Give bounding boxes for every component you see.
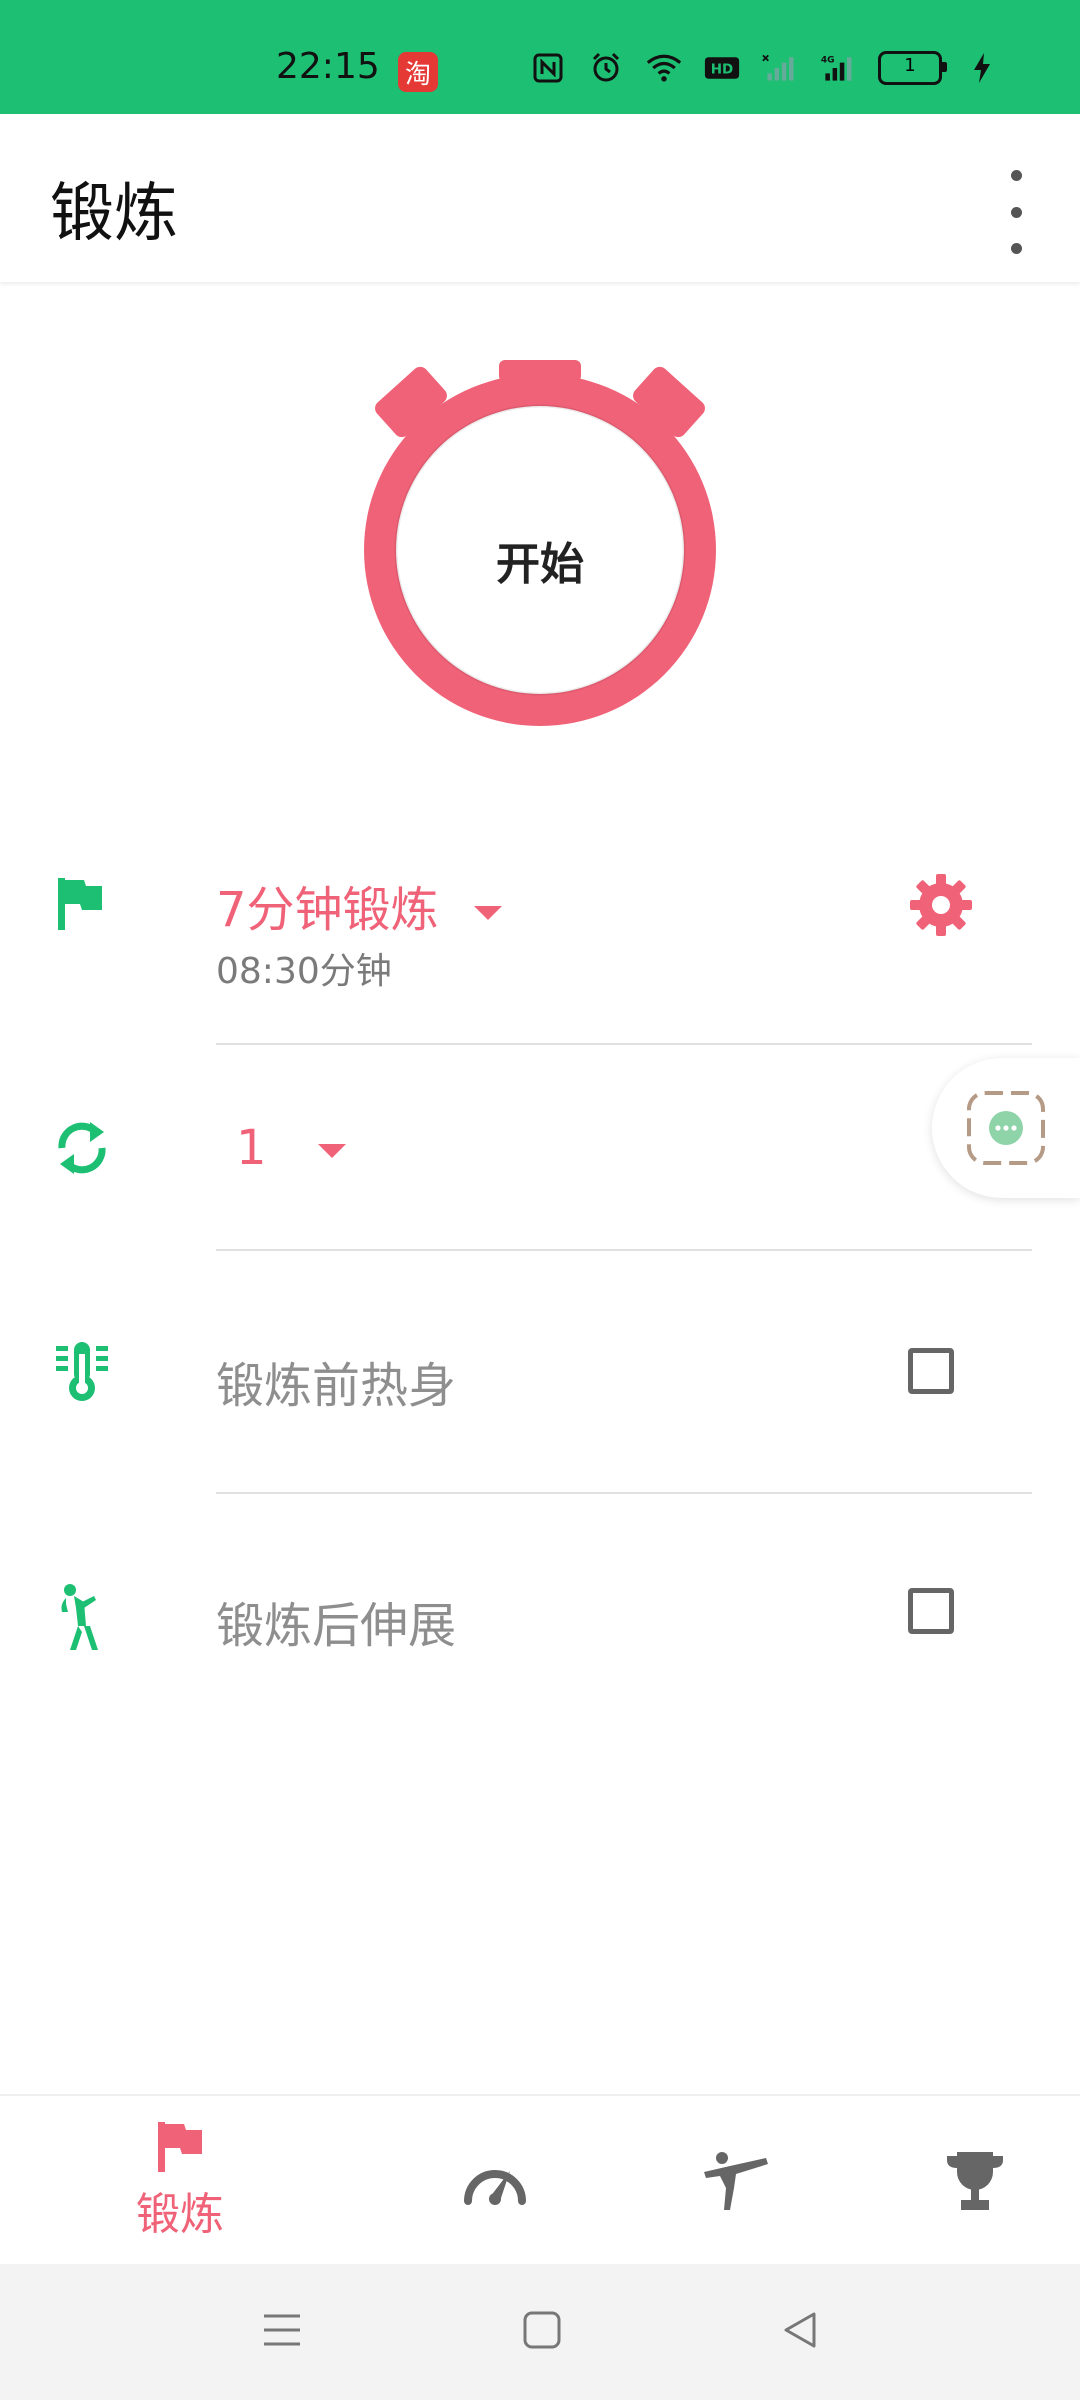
flag-icon bbox=[52, 874, 116, 938]
nav-tab-workout[interactable]: 锻炼 bbox=[100, 2096, 260, 2266]
start-label: 开始 bbox=[496, 539, 584, 590]
charging-icon bbox=[964, 50, 1000, 86]
dropdown-arrow-icon bbox=[473, 906, 502, 920]
workout-selector[interactable]: 7分钟锻炼 bbox=[216, 870, 502, 940]
taobao-notification-icon: 淘 bbox=[398, 52, 438, 92]
more-options-button[interactable] bbox=[988, 170, 1044, 254]
nav-tab-exercises[interactable] bbox=[660, 2096, 810, 2266]
status-bar: 22:15 淘 HD 4G 1 bbox=[0, 0, 1080, 114]
page-title: 锻炼 bbox=[50, 177, 178, 251]
flag-icon bbox=[158, 2122, 202, 2172]
thermometer-icon bbox=[52, 1340, 116, 1404]
workout-title: 7分钟锻炼 bbox=[216, 882, 439, 938]
nav-tab-achievements[interactable] bbox=[900, 2096, 1050, 2266]
divider bbox=[216, 1249, 1032, 1251]
stretch-checkbox[interactable] bbox=[908, 1588, 954, 1634]
nav-tab-progress[interactable] bbox=[420, 2096, 570, 2266]
trophy-icon bbox=[947, 2152, 1003, 2210]
warmup-checkbox[interactable] bbox=[908, 1348, 954, 1394]
status-time: 22:15 bbox=[276, 46, 380, 87]
stretch-label: 锻炼后伸展 bbox=[216, 1598, 457, 1654]
gear-icon[interactable] bbox=[908, 872, 974, 938]
nfc-icon bbox=[530, 50, 566, 86]
svg-text:4G: 4G bbox=[821, 56, 835, 66]
rounds-row[interactable]: 1 bbox=[0, 1100, 1080, 1300]
more-dot-icon bbox=[1010, 170, 1022, 181]
more-dot-icon bbox=[1010, 206, 1022, 218]
divider bbox=[216, 1492, 1032, 1494]
status-icons: HD 4G 1 bbox=[530, 50, 1000, 86]
signal-icon bbox=[762, 50, 798, 86]
4g-signal-icon: 4G bbox=[820, 50, 856, 86]
assistant-bubble[interactable] bbox=[932, 1058, 1080, 1198]
repeat-icon bbox=[52, 1116, 116, 1180]
hd-icon: HD bbox=[704, 50, 740, 86]
bottom-navigation: 锻炼 bbox=[0, 2094, 1080, 2266]
battery-level: 1 bbox=[904, 55, 916, 76]
home-icon[interactable] bbox=[522, 2310, 562, 2354]
nav-tab-workout-label: 锻炼 bbox=[136, 2189, 224, 2240]
divider bbox=[216, 1043, 1032, 1045]
dropdown-arrow-icon bbox=[317, 1144, 346, 1158]
svg-text:HD: HD bbox=[711, 61, 734, 77]
battery-icon: 1 bbox=[878, 51, 947, 85]
workout-row[interactable]: 7分钟锻炼 08:30分钟 bbox=[0, 850, 1080, 1050]
wifi-icon bbox=[646, 50, 682, 86]
menu-icon[interactable] bbox=[262, 2310, 302, 2354]
stretching-person-icon bbox=[52, 1582, 116, 1650]
start-stopwatch-button[interactable]: 开始 bbox=[360, 360, 720, 730]
back-icon[interactable] bbox=[780, 2310, 820, 2354]
workout-duration: 08:30分钟 bbox=[216, 951, 392, 992]
system-navigation-bar bbox=[0, 2264, 1080, 2400]
martial-arts-icon bbox=[704, 2152, 768, 2210]
more-dot-icon bbox=[1010, 243, 1022, 254]
alarm-icon bbox=[588, 50, 624, 86]
warmup-label: 锻炼前热身 bbox=[216, 1358, 457, 1414]
chat-icon bbox=[967, 1091, 1045, 1165]
app-bar: 锻炼 bbox=[0, 114, 1080, 282]
rounds-value: 1 bbox=[236, 1120, 267, 1176]
warmup-row[interactable]: 锻炼前热身 bbox=[0, 1320, 1080, 1480]
rounds-selector[interactable]: 1 bbox=[236, 1120, 346, 1176]
speedometer-icon bbox=[464, 2170, 526, 2205]
stretch-row[interactable]: 锻炼后伸展 bbox=[0, 1560, 1080, 1720]
